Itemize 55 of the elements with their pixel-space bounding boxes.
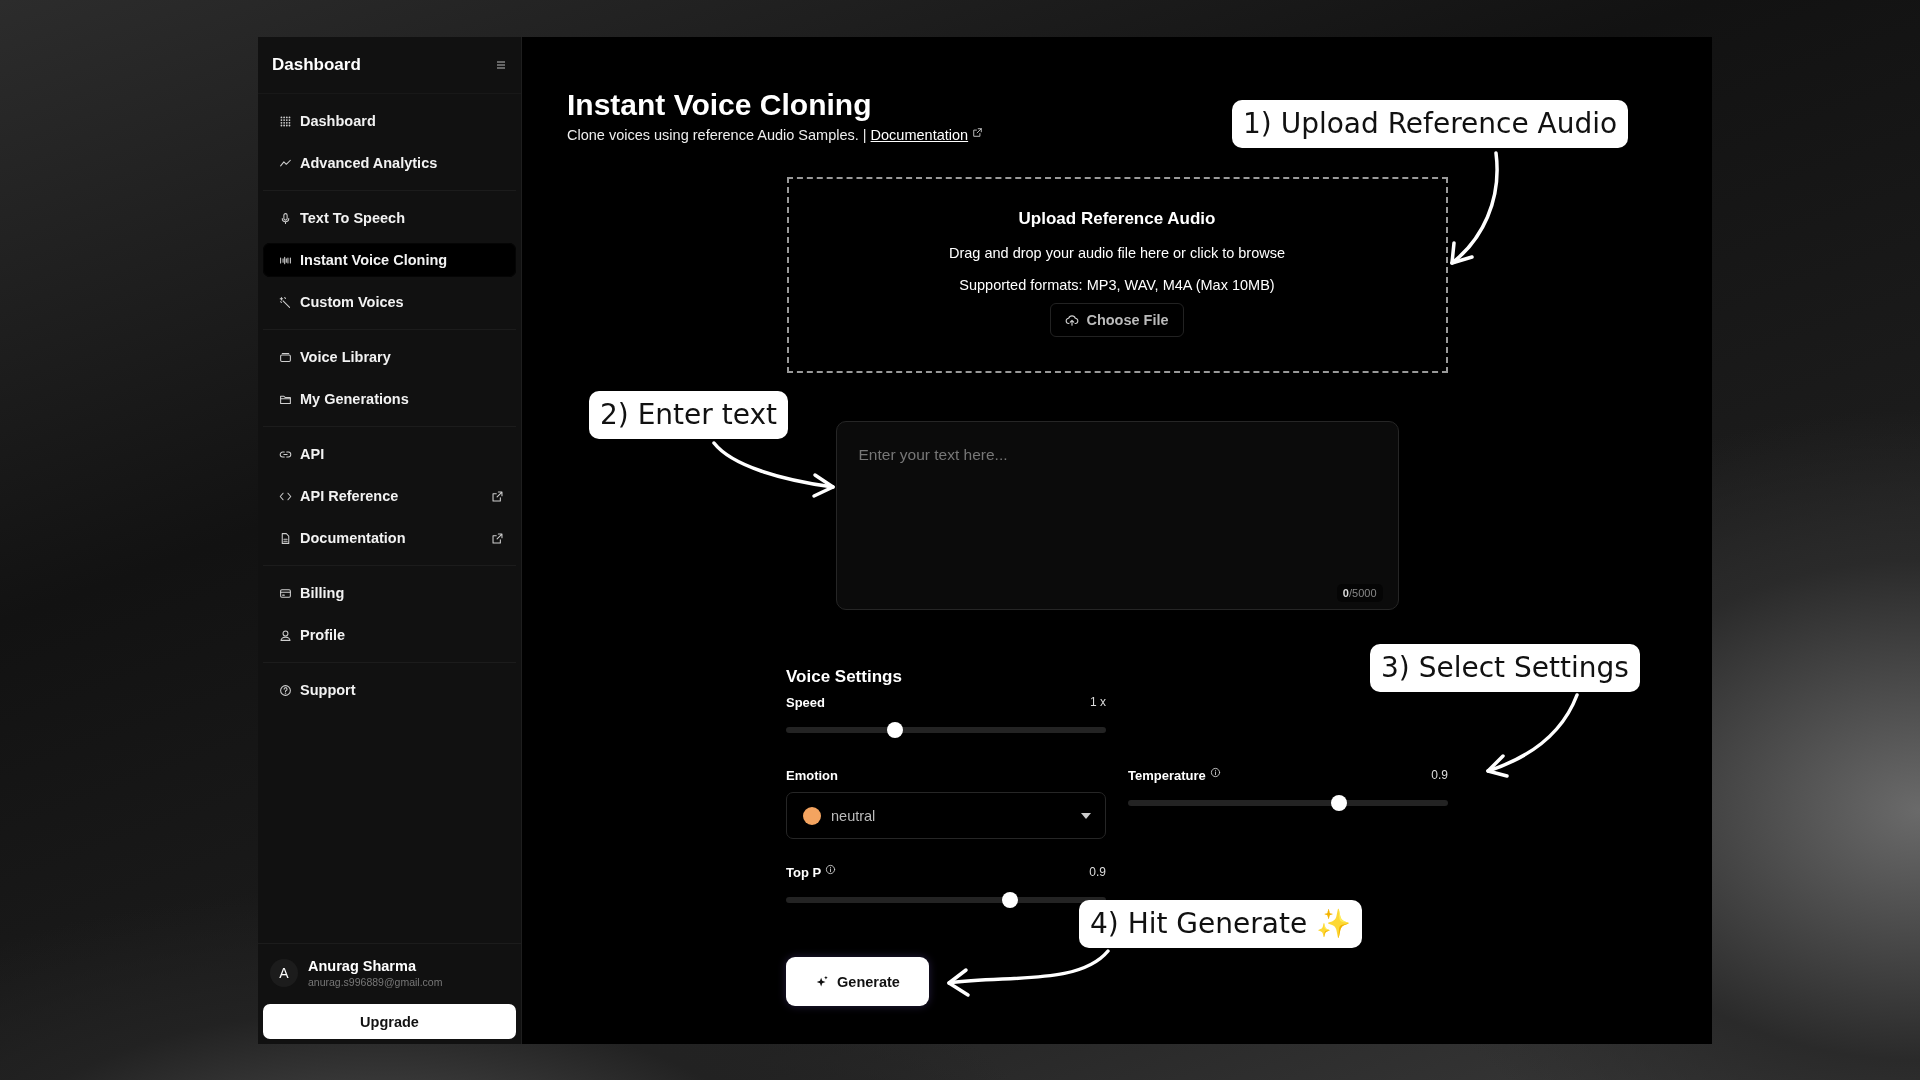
sidebar-item[interactable]: API Reference: [263, 479, 516, 513]
caret-icon: [1081, 812, 1091, 819]
slider-label: Top P: [786, 864, 822, 880]
sidebar-item[interactable]: Voice Library: [263, 340, 516, 374]
user-name: Anurag Sharma: [308, 958, 417, 974]
user-avatar: A: [270, 959, 298, 987]
documentation-link[interactable]: Documentation: [870, 127, 969, 143]
upgrade-button[interactable]: Upgrade: [263, 1004, 516, 1039]
sidebar-item[interactable]: Profile: [263, 618, 516, 652]
user-icon: [279, 628, 292, 642]
sidebar-item[interactable]: Billing: [263, 576, 516, 610]
magic-wand-icon: [279, 295, 292, 309]
slider-thumb[interactable]: [1331, 795, 1348, 811]
annotation-callout: 4) Hit Generate ✨: [1079, 900, 1363, 948]
sidebar-item[interactable]: Dashboard: [263, 104, 516, 138]
generate-button[interactable]: Generate: [786, 957, 929, 1006]
sidebar-item[interactable]: API: [263, 437, 516, 471]
upload-title: Upload Reference Audio: [1018, 209, 1216, 229]
menu-icon[interactable]: [495, 59, 507, 71]
slider-thumb[interactable]: [886, 722, 903, 738]
page-title: Instant Voice Cloning: [567, 87, 872, 123]
sidebar-item[interactable]: Support: [263, 673, 516, 707]
sidebar-title: Dashboard: [272, 55, 361, 75]
slider-value: 1 x: [1090, 695, 1106, 709]
cloud-upload-icon: [1065, 313, 1080, 327]
help-icon: [279, 683, 292, 697]
library-box-icon: [279, 350, 292, 364]
user-email: anurag.s996889@gmail.com: [308, 976, 443, 988]
document-icon: [279, 531, 292, 545]
slider-value: 0.9: [1089, 865, 1106, 879]
upload-formats: Supported formats: MP3, WAV, M4A (Max 10MB): [959, 277, 1275, 293]
annotation-callout: 3) Select Settings: [1370, 644, 1640, 692]
microphone-icon: [279, 211, 292, 225]
annotation-callout: 2) Enter text: [589, 391, 788, 439]
slider-label: Temperature: [1128, 767, 1206, 783]
sidebar-item[interactable]: My Generations: [263, 382, 516, 416]
external-link-icon: [972, 126, 984, 138]
sidebar-item[interactable]: Text To Speech: [263, 201, 516, 235]
upload-dropzone[interactable]: Upload Reference Audio Drag and drop your audio file here or click to browse Supported formats: MP3, WAV, M4A (Max 10MB) Choose File: [786, 177, 1448, 373]
choose-file-button[interactable]: Choose File: [1050, 303, 1184, 337]
emoji-icon: [803, 806, 821, 825]
sidebar-item[interactable]: Instant Voice Cloning: [263, 243, 516, 277]
slider-thumb[interactable]: [1002, 892, 1018, 908]
sidebar-item[interactable]: Advanced Analytics: [263, 146, 516, 180]
credit-card-icon: [279, 586, 292, 600]
field-label: Emotion: [786, 767, 838, 783]
slider-label: Speed: [786, 694, 825, 710]
grid-icon: [279, 114, 292, 128]
section-title: Voice Settings: [786, 666, 902, 688]
sidebar-item[interactable]: Custom Voices: [263, 285, 516, 319]
upload-hint: Drag and drop your audio file here or click to browse: [948, 245, 1286, 261]
sidebar-item[interactable]: Documentation: [263, 521, 516, 555]
character-counter: 0/5000: [1336, 584, 1383, 602]
slider-value: 0.9: [1431, 768, 1448, 782]
emotion-select[interactable]: neutral: [786, 792, 1106, 839]
